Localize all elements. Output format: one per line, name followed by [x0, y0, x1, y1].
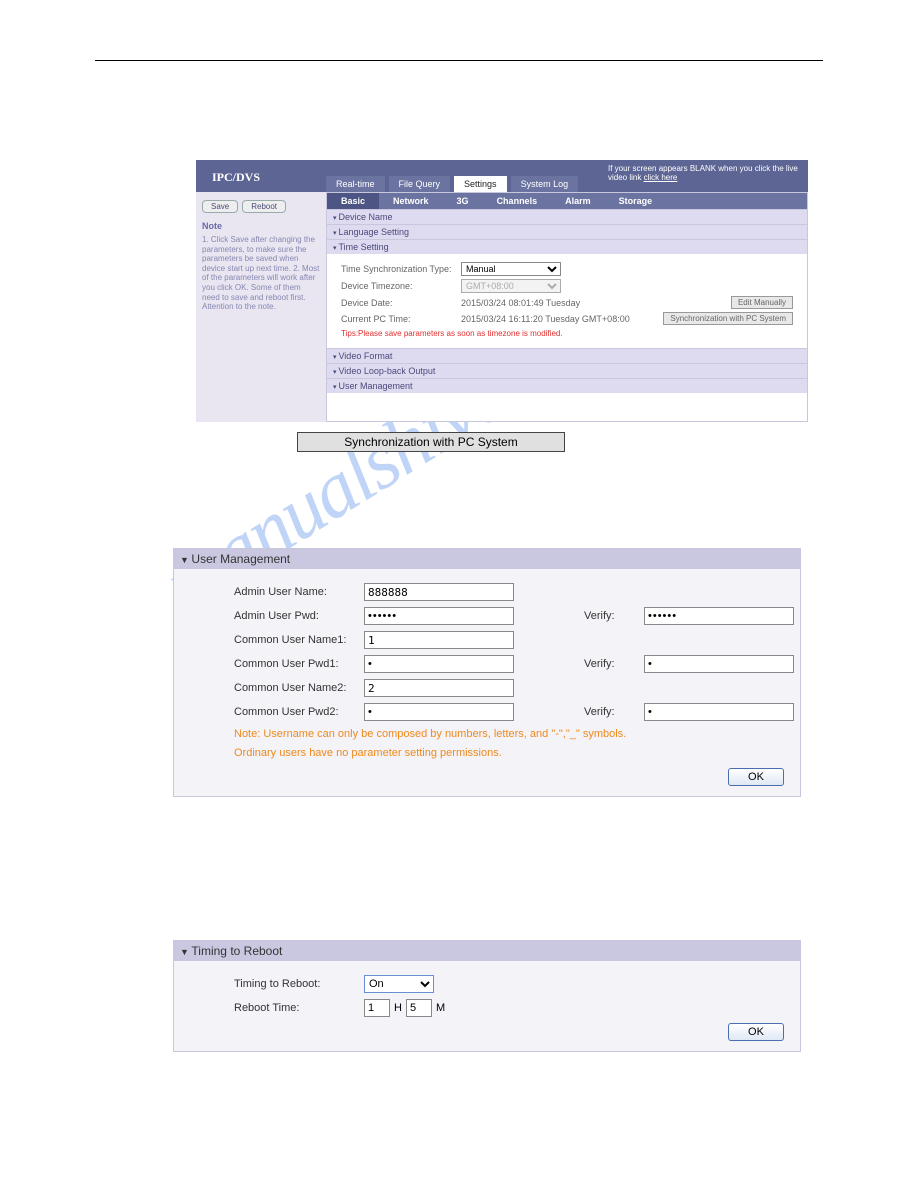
common-name1-input[interactable] — [364, 631, 514, 649]
verify-label-2: Verify: — [584, 658, 644, 670]
acc-video-format[interactable]: Video Format — [327, 348, 807, 363]
reboot-time-label: Reboot Time: — [234, 1002, 364, 1014]
pc-time-value: 2015/03/24 16:11:20 Tuesday GMT+08:00 — [461, 314, 630, 324]
timing-reboot-ok-button[interactable]: OK — [728, 1023, 784, 1041]
tab-settings[interactable]: Settings — [454, 176, 507, 192]
common-pwd1-label: Common User Pwd1: — [234, 658, 364, 670]
user-management-header[interactable]: User Management — [174, 549, 800, 569]
settings-screenshot: IPC/DVS If your screen appears BLANK whe… — [196, 160, 808, 422]
username-note-1: Note: Username can only be composed by n… — [234, 727, 754, 742]
edit-manually-button[interactable]: Edit Manually — [731, 296, 793, 309]
verify-label-3: Verify: — [584, 706, 644, 718]
timing-reboot-select[interactable]: On — [364, 975, 434, 993]
timing-reboot-header[interactable]: Timing to Reboot — [174, 941, 800, 961]
page-divider — [95, 60, 823, 61]
common-pwd1-input[interactable] — [364, 655, 514, 673]
timezone-select[interactable]: GMT+08:00 — [461, 279, 561, 293]
user-management-ok-button[interactable]: OK — [728, 768, 784, 786]
subtab-alarm[interactable]: Alarm — [551, 193, 605, 209]
note-heading: Note — [202, 221, 320, 231]
admin-name-input[interactable] — [364, 583, 514, 601]
reboot-button[interactable]: Reboot — [242, 200, 286, 213]
tips-text: Tips:Please save parameters as soon as t… — [341, 329, 793, 338]
subtab-storage[interactable]: Storage — [605, 193, 667, 209]
sub-tabs: Basic Network 3G Channels Alarm Storage — [327, 193, 807, 209]
sync-type-select[interactable]: Manual — [461, 262, 561, 276]
top-tabs: Real-time File Query Settings System Log — [326, 176, 578, 192]
device-date-label: Device Date: — [341, 298, 461, 308]
common-pwd2-label: Common User Pwd2: — [234, 706, 364, 718]
timing-reboot-panel: Timing to Reboot Timing to Reboot: On Re… — [173, 940, 801, 1052]
sync-pc-button[interactable]: Synchronization with PC System — [663, 312, 793, 325]
acc-user-management[interactable]: User Management — [327, 378, 807, 393]
common-pwd2-input[interactable] — [364, 703, 514, 721]
acc-video-loopback[interactable]: Video Loop-back Output — [327, 363, 807, 378]
subtab-channels[interactable]: Channels — [483, 193, 552, 209]
acc-device-name[interactable]: Device Name — [327, 209, 807, 224]
user-management-panel: User Management Admin User Name: Admin U… — [173, 548, 801, 797]
note-text: 1. Click Save after changing the paramet… — [202, 235, 320, 312]
common-pwd1-verify-input[interactable] — [644, 655, 794, 673]
common-name2-input[interactable] — [364, 679, 514, 697]
username-note-2: Ordinary users have no parameter setting… — [234, 746, 754, 761]
common-name2-label: Common User Name2: — [234, 682, 364, 694]
tab-system-log[interactable]: System Log — [511, 176, 579, 192]
subtab-basic[interactable]: Basic — [327, 193, 379, 209]
admin-pwd-input[interactable] — [364, 607, 514, 625]
verify-label-1: Verify: — [584, 610, 644, 622]
sync-with-pc-button[interactable]: Synchronization with PC System — [297, 432, 565, 452]
subtab-network[interactable]: Network — [379, 193, 443, 209]
admin-pwd-label: Admin User Pwd: — [234, 610, 364, 622]
admin-name-label: Admin User Name: — [234, 586, 364, 598]
common-name1-label: Common User Name1: — [234, 634, 364, 646]
sync-type-label: Time Synchronization Type: — [341, 264, 461, 274]
admin-pwd-verify-input[interactable] — [644, 607, 794, 625]
tab-real-time[interactable]: Real-time — [326, 176, 385, 192]
subtab-3g[interactable]: 3G — [443, 193, 483, 209]
reboot-minute-input[interactable] — [406, 999, 432, 1017]
pc-time-label: Current PC Time: — [341, 314, 461, 324]
timing-reboot-label: Timing to Reboot: — [234, 978, 364, 990]
minute-unit: M — [436, 1002, 445, 1014]
app-logo: IPC/DVS — [212, 170, 260, 185]
hour-unit: H — [394, 1002, 402, 1014]
acc-language-setting[interactable]: Language Setting — [327, 224, 807, 239]
common-pwd2-verify-input[interactable] — [644, 703, 794, 721]
device-date-value: 2015/03/24 08:01:49 Tuesday — [461, 298, 580, 308]
tab-file-query[interactable]: File Query — [389, 176, 451, 192]
timezone-label: Device Timezone: — [341, 281, 461, 291]
save-button[interactable]: Save — [202, 200, 238, 213]
acc-time-setting[interactable]: Time Setting — [327, 239, 807, 254]
click-here-link[interactable]: click here — [644, 173, 678, 182]
reboot-hour-input[interactable] — [364, 999, 390, 1017]
blank-screen-message: If your screen appears BLANK when you cl… — [608, 164, 798, 182]
